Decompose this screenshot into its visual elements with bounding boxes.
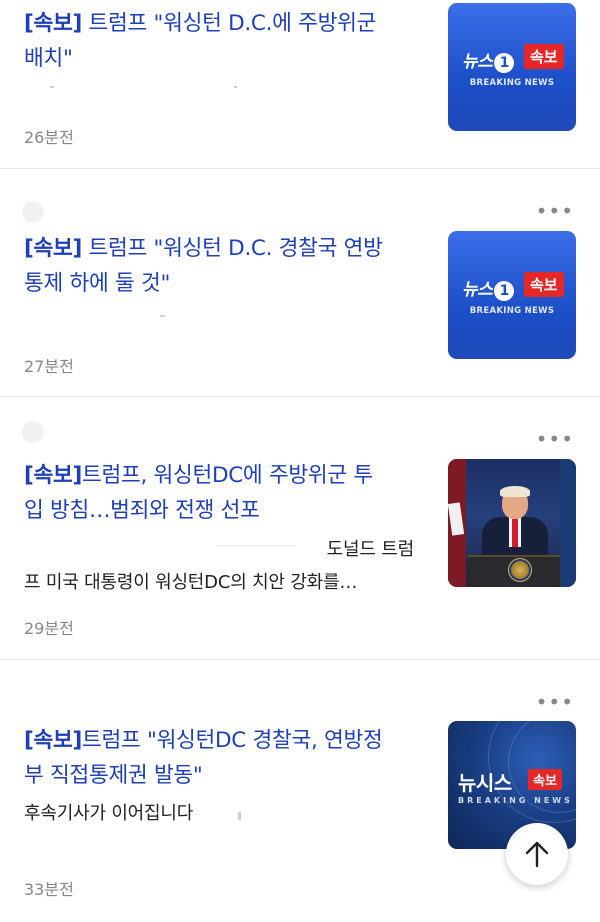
breaking-news-caption: BREAKING NEWS	[458, 796, 573, 805]
article-item[interactable]: ••• [속보]트럼프, 워싱턴DC에 주방위군 투 입 방침…범죄와 전쟁 선…	[0, 397, 600, 659]
article-title[interactable]: [속보]트럼프 "워싱턴DC 경찰국, 연방정 부 직접통제권 발동"	[24, 723, 424, 793]
article-title[interactable]: [속보] 트럼프 "워싱턴 D.C. 경찰국 연방 통제 하에 둘 것"	[24, 231, 424, 301]
breaking-news-caption: BREAKING NEWS	[469, 306, 555, 316]
timestamp: 27분전	[24, 357, 74, 376]
redacted-text	[160, 315, 165, 317]
arrow-up-icon	[525, 841, 549, 868]
news1-logo: 뉴스 1	[462, 47, 515, 73]
more-options-button[interactable]: •••	[536, 429, 574, 449]
breaking-badge: 속보	[524, 44, 564, 69]
article-summary: 도널드 트럼 프 미국 대통령이 워싱턴DC의 치안 강화를…	[24, 539, 414, 593]
breaking-news-caption: BREAKING NEWS	[469, 78, 555, 88]
timestamp: 29분전	[24, 619, 74, 638]
redacted-text	[238, 812, 241, 820]
article-title[interactable]: [속보] 트럼프 "워싱턴 D.C.에 주방위군 배치"	[24, 6, 424, 76]
article-item[interactable]: [속보] 트럼프 "워싱턴 D.C.에 주방위군 배치" 26분전 뉴스 1 속보…	[0, 0, 600, 168]
article-summary: 후속기사가 이어집니다	[24, 803, 194, 824]
news1-logo: 뉴스 1	[462, 275, 515, 301]
redacted-text	[234, 86, 237, 88]
scroll-to-top-button[interactable]	[506, 823, 568, 885]
more-options-button[interactable]: •••	[536, 692, 574, 712]
more-options-button[interactable]: •••	[536, 201, 574, 221]
breaking-badge: 속보	[524, 272, 564, 297]
timestamp: 26분전	[24, 128, 74, 147]
article-thumbnail[interactable]: 뉴스 1 속보 BREAKING NEWS	[448, 231, 576, 359]
breaking-badge: 속보	[528, 769, 562, 790]
breaking-tag: [속보]	[24, 11, 83, 36]
article-title[interactable]: [속보]트럼프, 워싱턴DC에 주방위군 투 입 방침…범죄와 전쟁 선포	[24, 458, 424, 528]
redacted-text	[50, 86, 54, 88]
breaking-tag: [속보]	[24, 728, 83, 753]
article-thumbnail[interactable]: 뉴스 1 속보 BREAKING NEWS	[448, 3, 576, 131]
article-item[interactable]: ••• [속보]트럼프 "워싱턴DC 경찰국, 연방정 부 직접통제권 발동" …	[0, 660, 600, 922]
breaking-tag: [속보]	[24, 236, 83, 261]
publisher-avatar[interactable]	[22, 421, 44, 443]
article-thumbnail[interactable]	[448, 459, 576, 587]
timestamp: 33분전	[24, 880, 74, 899]
publisher-avatar[interactable]	[22, 201, 44, 223]
presidential-seal-icon	[508, 558, 532, 582]
newsis-logo: 뉴시스	[458, 771, 512, 795]
breaking-tag: [속보]	[24, 463, 83, 488]
article-item[interactable]: ••• [속보] 트럼프 "워싱턴 D.C. 경찰국 연방 통제 하에 둘 것"…	[0, 169, 600, 396]
